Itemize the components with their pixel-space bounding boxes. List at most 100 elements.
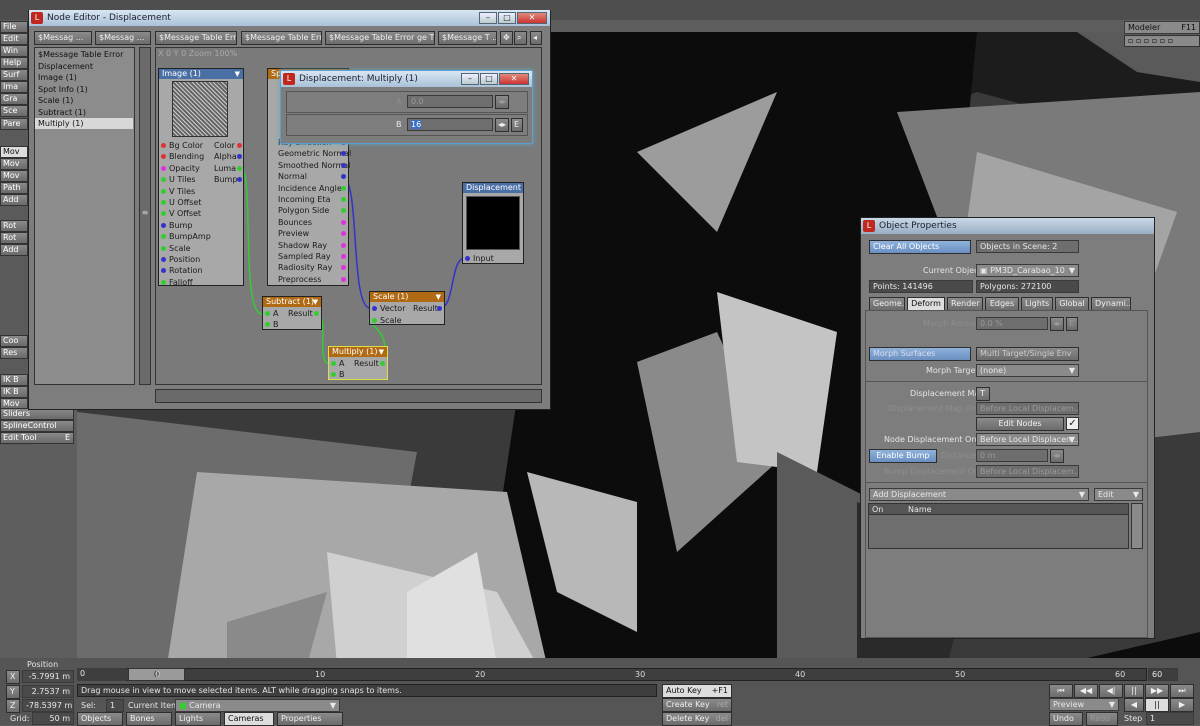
tab-lights[interactable]: Lights [1021, 297, 1053, 311]
image-output-dot[interactable] [237, 165, 242, 171]
spot-info-output-dot[interactable] [341, 254, 346, 259]
subtract-a-dot[interactable] [265, 311, 270, 316]
morph-amount-input[interactable]: 0.0 % [976, 317, 1048, 330]
multiply-b-e-button[interactable]: E [511, 118, 523, 132]
edit-nodes-button[interactable]: Edit Nodes [976, 417, 1064, 431]
multiply-dialog-titlebar[interactable]: L Displacement: Multiply (1) – □ ✕ [281, 71, 532, 87]
timeline[interactable] [77, 668, 1147, 681]
image-input-dot[interactable] [161, 257, 166, 262]
node-displacement-order-dropdown[interactable]: Before Local Displacem... ▼ [976, 433, 1079, 446]
add-displacement-dropdown[interactable]: Add Displacement ▼ [869, 488, 1089, 501]
modeler-button[interactable]: Modeler F11 [1124, 21, 1200, 34]
multiply-b-input[interactable]: 16 [407, 118, 493, 131]
play-reverse-icon[interactable]: ◀ [1124, 698, 1144, 712]
multiply-a-input[interactable]: 0.0 [407, 95, 493, 108]
play-pause-icon[interactable]: || [1124, 684, 1144, 698]
displacement-map-order-dropdown[interactable]: Before Local Displacem... [976, 402, 1079, 415]
image-input-dot[interactable] [161, 279, 166, 285]
play-forward-icon[interactable]: ▶ [1170, 698, 1194, 712]
delete-key-button[interactable]: Delete Key del [662, 712, 732, 726]
multiply-a-dot[interactable] [331, 361, 336, 366]
subtract-b-dot[interactable] [265, 322, 270, 327]
lights-button[interactable]: Lights [175, 712, 221, 726]
spline-control-button[interactable]: SplineControl [0, 420, 74, 432]
create-key-button[interactable]: Create Key ret [662, 698, 732, 712]
x-position-field[interactable]: -5.7991 m [22, 670, 74, 683]
pause-icon[interactable]: || [1145, 698, 1169, 712]
x-axis-button[interactable]: X [6, 670, 20, 684]
spot-info-output-dot[interactable] [341, 219, 346, 225]
spot-info-output-dot[interactable] [341, 197, 346, 202]
scale-vector-dot[interactable] [372, 306, 377, 311]
tab-deform[interactable]: Deform [907, 297, 945, 311]
list-scrollbar[interactable] [1131, 503, 1143, 549]
spot-info-output-dot[interactable] [341, 185, 346, 191]
image-input-dot[interactable] [161, 143, 166, 148]
timeline-end-field[interactable]: 60 [1148, 668, 1178, 681]
multiply-b-envelope[interactable]: ◂▸ [495, 118, 509, 132]
next-key-icon[interactable]: ▶▶ [1145, 684, 1169, 698]
cameras-button[interactable]: Cameras [224, 712, 274, 726]
morph-target-dropdown[interactable]: (none) ▼ [976, 364, 1079, 377]
spot-info-output-dot[interactable] [341, 162, 346, 168]
tab-global[interactable]: Global [1055, 297, 1089, 311]
multiply-b-dot[interactable] [331, 372, 336, 377]
enable-bump-button[interactable]: Enable Bump [869, 449, 937, 463]
displacement-input-dot[interactable] [465, 256, 470, 261]
grid-field[interactable]: 50 m [32, 712, 74, 725]
y-axis-button[interactable]: Y [6, 685, 20, 699]
dialog-close-button[interactable]: ✕ [499, 73, 529, 85]
go-to-start-icon[interactable]: ⏮ [1049, 684, 1073, 698]
displacement-map-texture-button[interactable]: T [976, 387, 990, 401]
z-position-field[interactable]: -78.5397 m [22, 699, 74, 712]
bones-button[interactable]: Bones [126, 712, 172, 726]
morph-surfaces-button[interactable]: Morph Surfaces [869, 347, 971, 361]
subtract-result-dot[interactable] [314, 311, 319, 316]
object-properties-titlebar[interactable]: L Object Properties [861, 218, 1154, 234]
previous-key-icon[interactable]: ◀◀ [1074, 684, 1098, 698]
distance-input[interactable]: 0 m [976, 449, 1048, 462]
y-position-field[interactable]: 2.7537 m [22, 685, 74, 698]
viewport-controls[interactable]: ▫ ▫ ▫ ▫ ▫ ▫ [1124, 35, 1200, 47]
current-item-dropdown[interactable]: ■ Camera ▼ [175, 699, 340, 712]
current-object-dropdown[interactable]: ▣ PM3D_Carabao_10 ▼ [976, 264, 1079, 277]
image-input-dot[interactable] [161, 200, 166, 205]
morph-amount-e-button[interactable]: E [1066, 317, 1078, 331]
image-output-dot[interactable] [237, 143, 242, 148]
dialog-minimize-button[interactable]: – [461, 73, 479, 85]
step-field[interactable]: 1 [1146, 712, 1194, 725]
image-input-dot[interactable] [161, 245, 166, 251]
scale-result-dot[interactable] [437, 306, 442, 311]
tab-render[interactable]: Render [947, 297, 983, 311]
previous-frame-icon[interactable]: ◀| [1099, 684, 1123, 698]
dialog-maximize-button[interactable]: □ [480, 73, 498, 85]
image-input-dot[interactable] [161, 222, 166, 228]
auto-key-button[interactable]: Auto Key +F1 [662, 684, 732, 698]
preview-dropdown[interactable]: Preview ▼ [1049, 698, 1119, 711]
multiply-result-dot[interactable] [380, 361, 385, 366]
image-input-dot[interactable] [161, 165, 166, 171]
z-axis-button[interactable]: Z [6, 699, 20, 713]
spot-info-output-dot[interactable] [341, 242, 346, 248]
timeline-start-field[interactable]: 0 [77, 668, 127, 681]
spot-info-output-dot[interactable] [341, 276, 346, 282]
tab-geome[interactable]: Geome... [869, 297, 905, 311]
image-input-dot[interactable] [161, 188, 166, 194]
properties-button[interactable]: Properties [277, 712, 343, 726]
objects-button[interactable]: Objects [77, 712, 123, 726]
multi-target-button[interactable]: Multi Target/Single Env [976, 347, 1079, 361]
edit-nodes-checkbox[interactable]: ✓ [1066, 417, 1079, 430]
edit-tool-button[interactable]: Edit Tool E [0, 432, 74, 444]
clear-all-objects-button[interactable]: Clear All Objects [869, 240, 971, 254]
morph-amount-envelope[interactable]: ◂▸ [1050, 317, 1064, 331]
go-to-end-icon[interactable]: ⏭ [1170, 684, 1194, 698]
scale-scale-dot[interactable] [372, 318, 377, 323]
tab-dynami[interactable]: Dynami... [1091, 297, 1131, 311]
undo-button[interactable]: Undo [1049, 712, 1083, 726]
redo-button[interactable]: Redo [1086, 712, 1118, 726]
bump-displacement-order-dropdown[interactable]: Before Local Displacem... [976, 465, 1079, 478]
distance-envelope[interactable]: ◂▸ [1050, 449, 1064, 463]
multiply-a-envelope[interactable]: ◂▸ [495, 95, 509, 109]
tab-edges[interactable]: Edges [985, 297, 1019, 311]
edit-dropdown[interactable]: Edit ▼ [1094, 488, 1143, 501]
